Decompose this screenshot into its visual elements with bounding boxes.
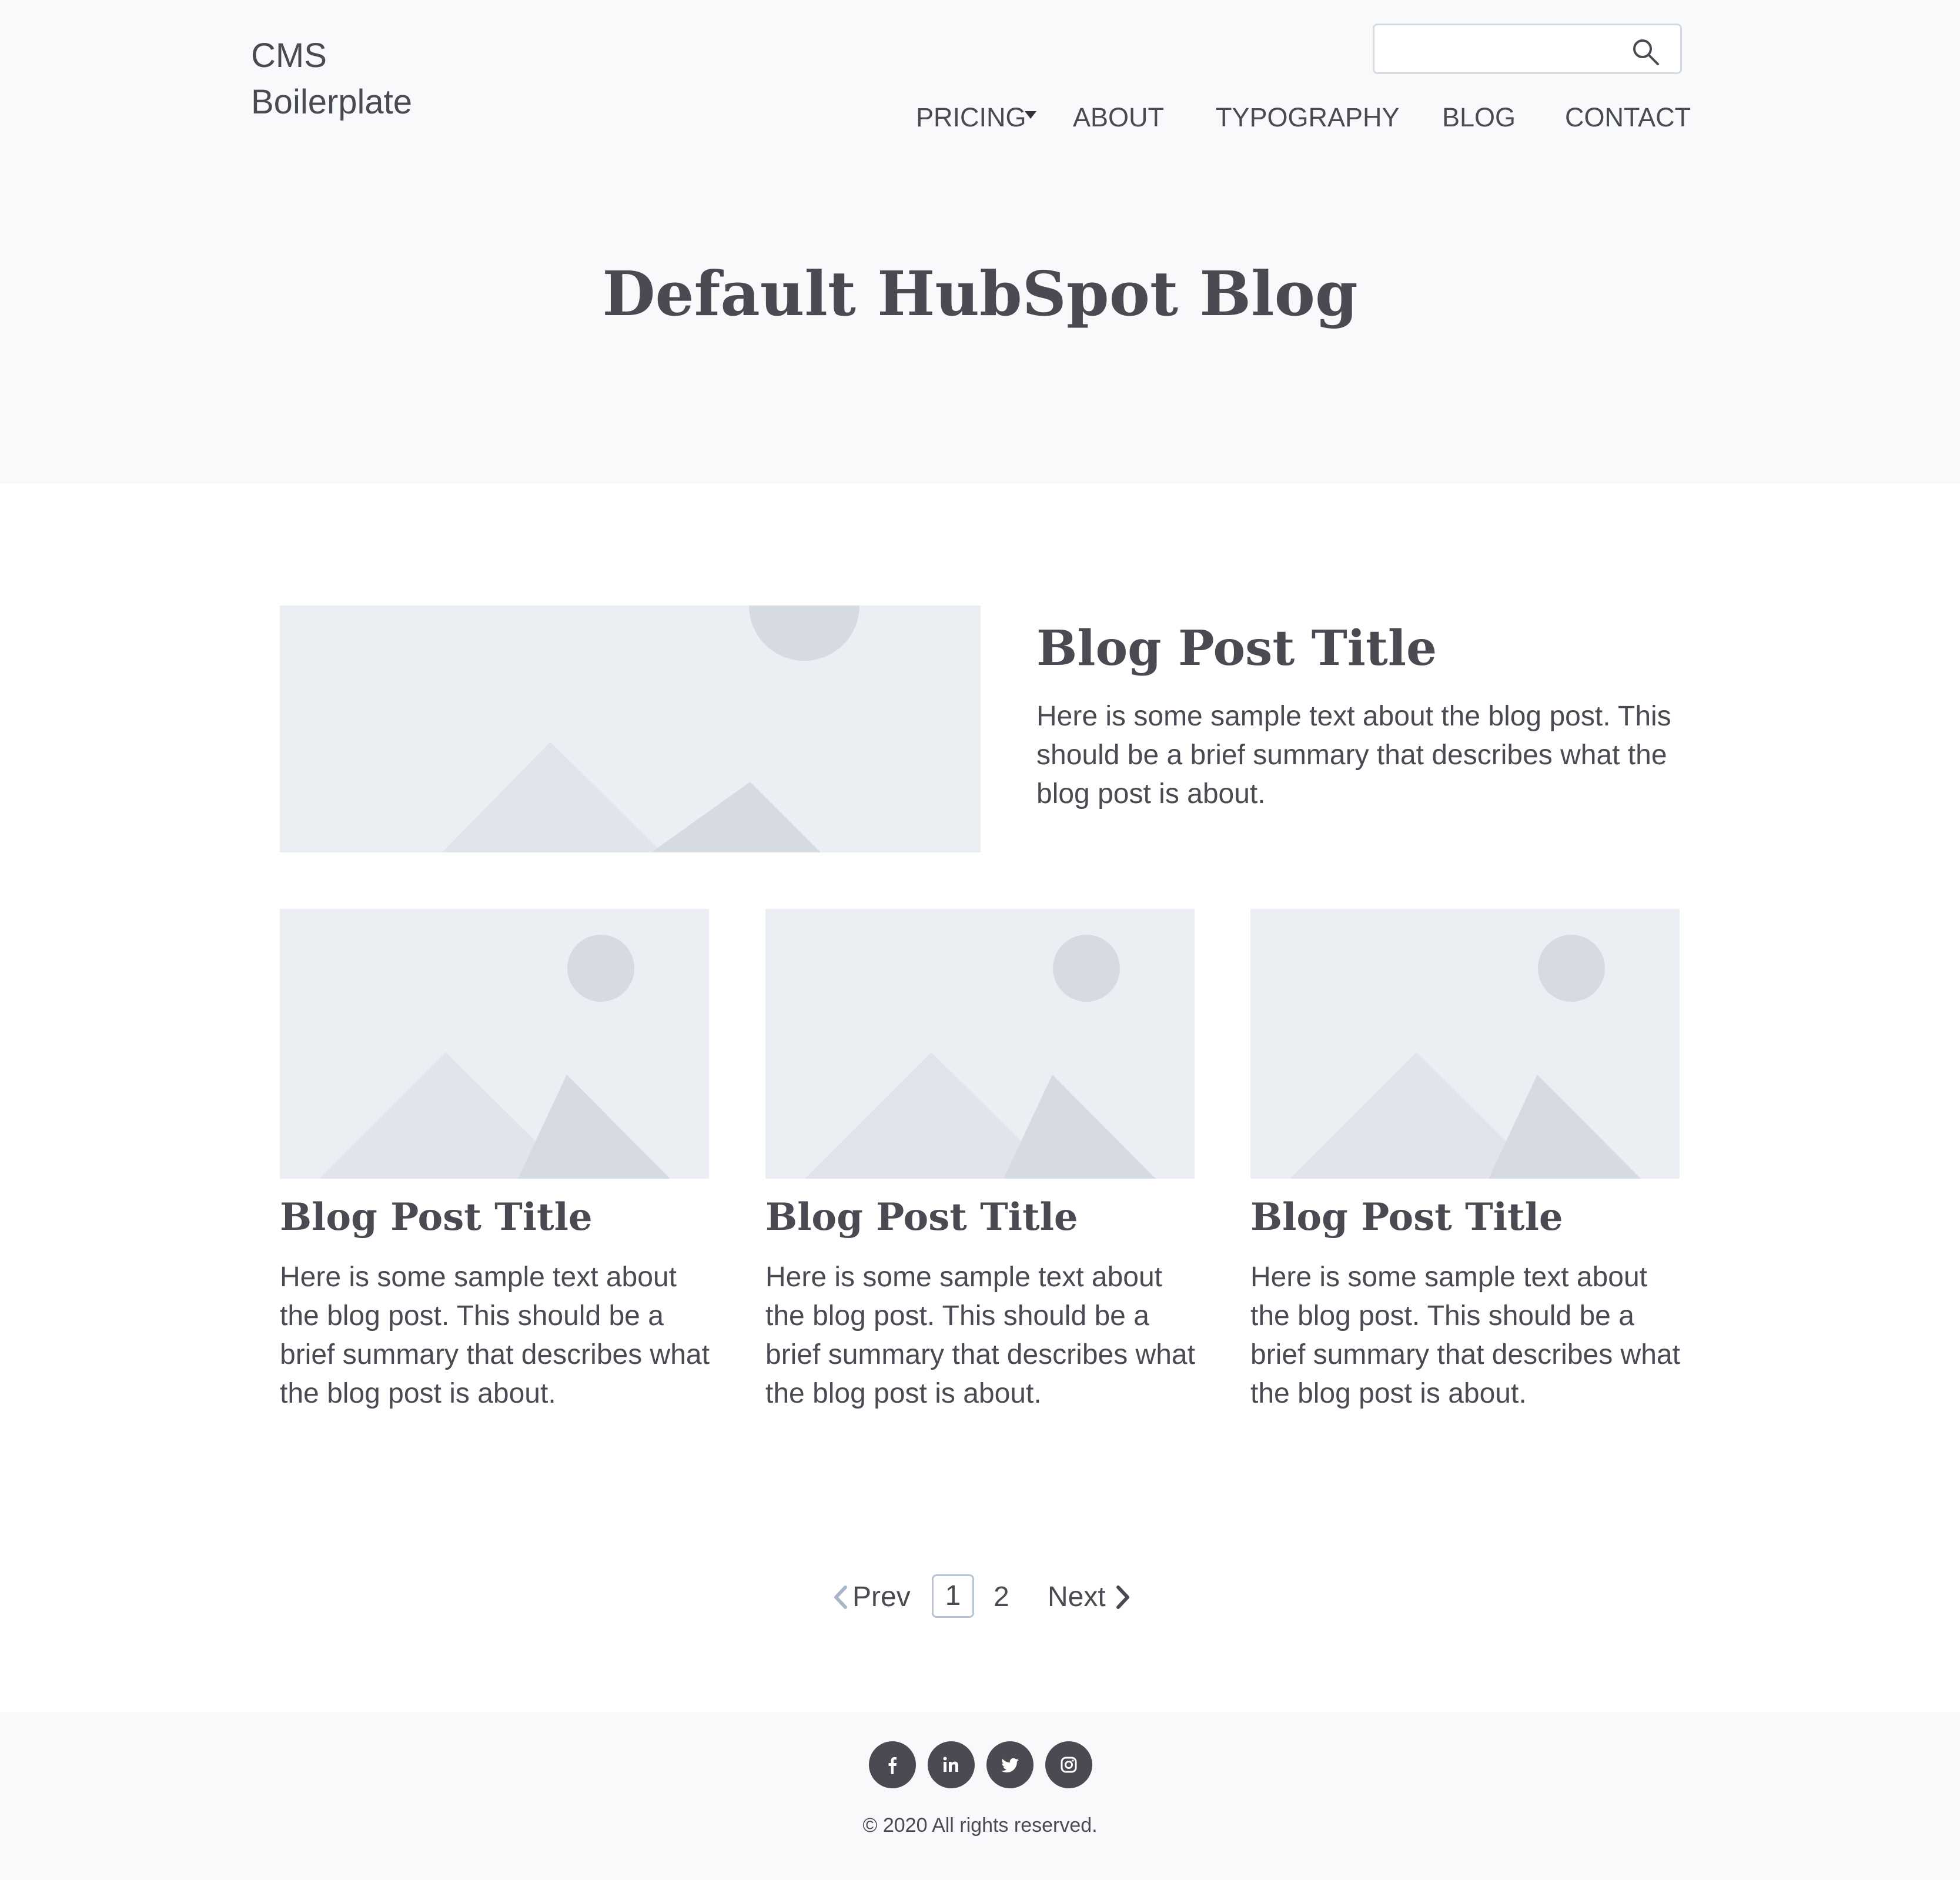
nav-item-about[interactable]: ABOUT <box>1073 97 1164 138</box>
search-icon[interactable] <box>1631 37 1660 66</box>
search-box[interactable] <box>1373 24 1682 74</box>
footer: © 2020 All rights reserved. <box>0 1712 1960 1880</box>
post-title[interactable]: Blog Post Title <box>765 1192 1078 1243</box>
post-image[interactable] <box>1250 909 1680 1179</box>
facebook-icon <box>888 1757 897 1774</box>
post-summary: Here is some sample text about the blog … <box>280 1262 710 1409</box>
post-summary: Here is some sample text about the blog … <box>1250 1262 1680 1409</box>
image-placeholder-icon <box>805 935 1156 1179</box>
post-summary: Here is some sample text about the blog … <box>765 1262 1195 1409</box>
main-nav: PRICING ABOUT TYPOGRAPHY BLOG CONTACT <box>0 97 1960 138</box>
featured-post-title[interactable]: Blog Post Title <box>1036 616 1437 681</box>
post-title[interactable]: Blog Post Title <box>1250 1192 1563 1243</box>
image-placeholder-icon <box>319 935 670 1179</box>
image-placeholder-icon <box>442 606 859 852</box>
post-title[interactable]: Blog Post Title <box>280 1192 593 1243</box>
featured-post-image[interactable] <box>280 606 981 852</box>
nav-item-typography[interactable]: TYPOGRAPHY <box>1216 97 1400 138</box>
blog-page: CMS Boilerplate PRICING ABOUT TYPOGRAPHY… <box>0 0 1960 1880</box>
pagination-page-current[interactable]: 1 <box>932 1574 974 1618</box>
facebook-link[interactable] <box>869 1741 916 1788</box>
linkedin-link[interactable] <box>928 1741 975 1788</box>
search-input[interactable] <box>1385 31 1623 68</box>
nav-item-pricing[interactable]: PRICING <box>916 97 1026 138</box>
pagination: Prev 1 2 Next <box>0 1571 1960 1624</box>
page-title: Default HubSpot Blog <box>602 257 1358 330</box>
instagram-icon <box>1061 1757 1077 1773</box>
post-image[interactable] <box>765 909 1195 1179</box>
twitter-icon <box>1001 1758 1019 1773</box>
chevron-right-icon[interactable] <box>1111 1583 1135 1612</box>
chevron-left-icon[interactable] <box>829 1583 852 1612</box>
header: CMS Boilerplate PRICING ABOUT TYPOGRAPHY… <box>0 0 1960 484</box>
post-image[interactable] <box>280 909 709 1179</box>
pagination-prev[interactable]: Prev <box>852 1571 911 1624</box>
featured-post-summary: Here is some sample text about the blog … <box>1036 701 1671 809</box>
pagination-page[interactable]: 2 <box>994 1571 1009 1624</box>
nav-item-blog[interactable]: BLOG <box>1442 97 1516 138</box>
instagram-link[interactable] <box>1045 1741 1092 1788</box>
linkedin-icon <box>943 1757 958 1772</box>
pagination-next[interactable]: Next <box>1048 1571 1106 1624</box>
twitter-link[interactable] <box>986 1741 1033 1788</box>
copyright-text: © 2020 All rights reserved. <box>862 1814 1098 1836</box>
chevron-down-icon[interactable] <box>1025 111 1036 119</box>
nav-item-contact[interactable]: CONTACT <box>1565 97 1691 138</box>
image-placeholder-icon <box>1290 935 1641 1179</box>
